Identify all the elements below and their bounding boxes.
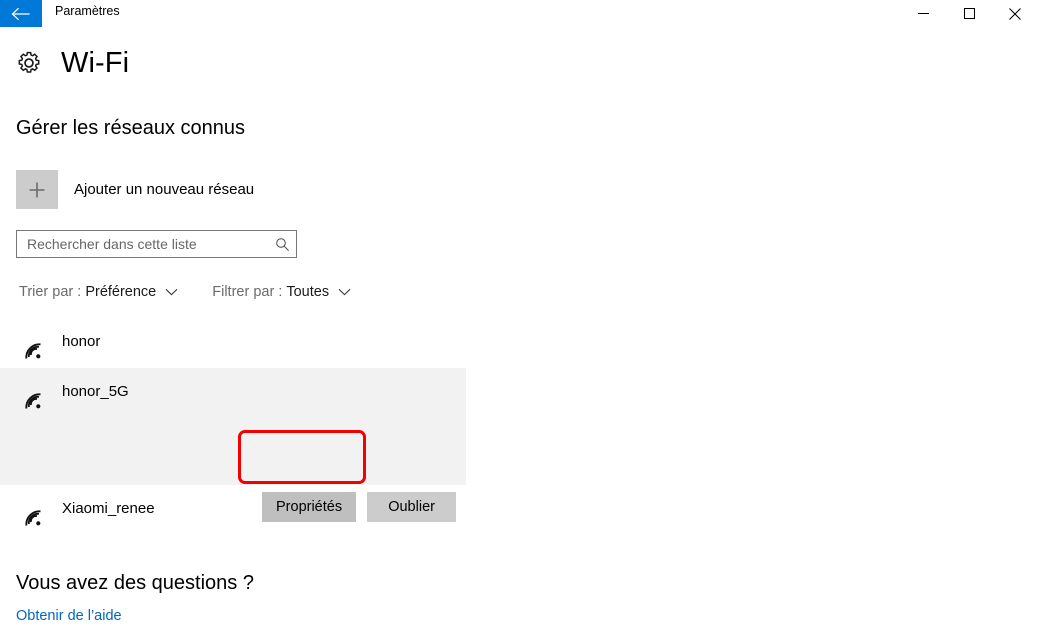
plus-icon [27,180,47,200]
chevron-down-icon [338,288,351,296]
back-arrow-icon [11,7,31,21]
maximize-button[interactable] [946,0,992,27]
list-filters: Trier par : Préférence Filtrer par : Tou… [19,282,351,302]
page-title: Wi-Fi [61,47,130,79]
search-icon [275,237,290,252]
get-help-link[interactable]: Obtenir de l’aide [16,606,122,626]
network-name: honor_5G [62,383,129,400]
known-networks-list: honor honor_5G Propriétés Oublier Xiaomi… [0,318,466,535]
add-network-tile [16,170,58,209]
page-header: Wi-Fi [16,46,129,80]
network-name: honor [62,333,101,350]
add-network-label: Ajouter un nouveau réseau [74,180,255,198]
window-title: Paramètres [55,4,120,18]
search-input[interactable] [17,231,268,257]
network-row-main: honor_5G [0,368,466,416]
back-button[interactable] [0,0,42,27]
chevron-down-icon [165,288,178,296]
network-row-main: honor [0,318,466,366]
network-name: Xiaomi_renee [62,500,155,517]
search-box[interactable] [16,230,297,258]
section-heading: Gérer les réseaux connus [16,117,246,139]
filter-by-value: Toutes [286,284,330,300]
minimize-icon [917,8,929,19]
network-row[interactable]: honor [0,318,466,368]
maximize-icon [963,8,975,19]
add-network-button[interactable]: Ajouter un nouveau réseau [16,170,254,209]
window-controls [900,0,1038,27]
close-icon [1009,7,1021,20]
wifi-icon [18,503,48,533]
filter-by-dropdown[interactable]: Filtrer par : Toutes [212,282,351,302]
gear-icon [16,50,42,76]
sort-by-label: Trier par : [19,284,82,300]
network-row[interactable]: honor_5G Propriétés Oublier [0,368,466,522]
filter-by-label: Filtrer par : [212,284,283,300]
help-section: Vous avez des questions ? Obtenir de l’a… [16,569,254,626]
sort-by-value: Préférence [85,284,157,300]
sort-by-dropdown[interactable]: Trier par : Préférence [19,282,178,302]
search-button[interactable] [268,231,296,257]
wifi-icon [18,386,48,416]
minimize-button[interactable] [900,0,946,27]
close-button[interactable] [992,0,1038,27]
network-row[interactable]: Xiaomi_renee [0,485,466,535]
help-heading: Vous avez des questions ? [16,572,254,594]
wifi-icon [18,336,48,366]
window-titlebar: Paramètres [0,0,1038,32]
network-row-main: Xiaomi_renee [0,485,466,533]
